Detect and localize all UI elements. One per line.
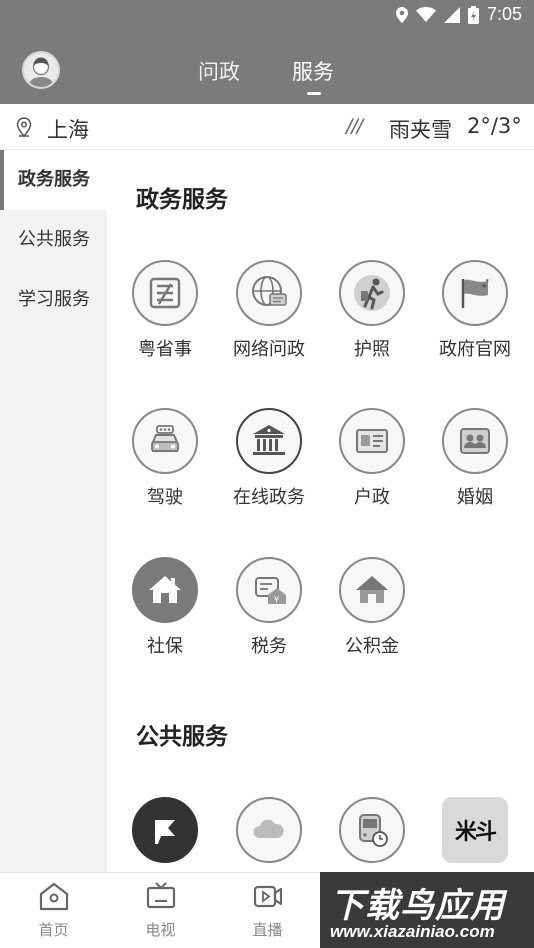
battery-icon xyxy=(467,5,479,24)
service-label: 社保 xyxy=(147,636,183,657)
temperature: 2°/3° xyxy=(467,114,522,138)
service-label: 在线政务 xyxy=(233,487,305,508)
flag-icon: ★★ xyxy=(461,278,490,308)
service-label: 网络问政 xyxy=(233,339,305,360)
service-household[interactable]: 户政 xyxy=(320,408,424,518)
watermark: 下载鸟应用 www.xiazainiao.com xyxy=(320,872,534,948)
live-icon xyxy=(253,885,282,908)
section-title-gov: 政务服务 xyxy=(136,187,228,213)
service-passport[interactable]: 护照 xyxy=(320,260,424,370)
service-label: 粤省事 xyxy=(138,339,192,360)
mido-logo-icon: 米斗 xyxy=(454,820,497,845)
nav-home[interactable]: 首页 xyxy=(0,881,107,940)
signal-icon xyxy=(443,6,460,23)
tab-wenzheng[interactable]: 问政 xyxy=(198,56,240,86)
service-online-gov[interactable]: 在线政务 xyxy=(217,408,321,518)
active-tab-indicator xyxy=(307,92,321,95)
sidebar-item-public-services[interactable]: 公共服务 xyxy=(0,210,107,270)
service-public-2[interactable] xyxy=(217,797,321,872)
tab-fuwu[interactable]: 服务 xyxy=(292,56,334,86)
home-icon xyxy=(149,576,181,603)
section-title-public: 公共服务 xyxy=(136,724,228,750)
flag-app-icon xyxy=(155,820,175,844)
house-fund-icon xyxy=(356,576,388,603)
service-label: 婚姻 xyxy=(457,487,493,508)
nav-label: 电视 xyxy=(145,921,176,939)
service-label: 驾驶 xyxy=(147,487,183,508)
nav-live[interactable]: 直播 xyxy=(214,881,321,940)
city-name[interactable]: 上海 xyxy=(47,114,89,144)
globe-chat-icon xyxy=(252,276,287,306)
service-wangluo-wenzheng[interactable]: 网络问政 xyxy=(217,260,321,370)
service-social-security[interactable]: 社保 xyxy=(113,557,217,667)
sidebar-item-gov-services[interactable]: 政务服务 xyxy=(0,150,107,210)
cloud-icon xyxy=(253,819,284,838)
category-sidebar: 政务服务 公共服务 学习服务 xyxy=(0,150,107,872)
service-gov-website[interactable]: ★ ★ 政府官网 xyxy=(423,260,527,370)
nav-label: 直播 xyxy=(252,921,283,939)
service-driving[interactable]: 驾驶 xyxy=(113,408,217,518)
service-housing-fund[interactable]: 公积金 xyxy=(320,557,424,667)
status-bar: 7:05 xyxy=(0,0,534,30)
sleet-icon: /// xyxy=(346,115,363,137)
app-header: 7:05 问政 服务 xyxy=(0,0,534,104)
id-card-icon xyxy=(356,429,388,453)
location-weather-bar: 上海 /// 雨夹雪 2°/3° xyxy=(0,104,534,150)
home-outline-icon xyxy=(39,882,68,911)
government-building-icon xyxy=(253,425,285,455)
weather-text: 雨夹雪 xyxy=(389,118,452,142)
yueshengshi-icon xyxy=(149,277,181,309)
service-label: 税务 xyxy=(251,636,287,657)
service-label: 政府官网 xyxy=(439,339,511,360)
svg-text:★: ★ xyxy=(485,278,490,284)
traveler-icon xyxy=(354,275,390,311)
nav-tv[interactable]: 电视 xyxy=(107,881,214,940)
service-marriage[interactable]: 婚姻 xyxy=(423,408,527,518)
services-panel: 政务服务 粤省事 网络问政 护照 ★ ★ 政府官网 驾驶 在线政务 户政 婚姻 … xyxy=(107,150,534,872)
service-tax[interactable]: ¥ 税务 xyxy=(217,557,321,667)
service-yueshengshi[interactable]: 粤省事 xyxy=(113,260,217,370)
location-status-icon xyxy=(395,6,408,23)
wifi-icon xyxy=(415,7,436,22)
location-pin-icon[interactable] xyxy=(16,117,32,137)
tv-icon xyxy=(146,882,175,909)
header-tabs: 问政 服务 xyxy=(0,56,534,96)
watermark-line2: www.xiazainiao.com xyxy=(330,922,495,941)
service-public-1[interactable] xyxy=(113,797,217,872)
bus-clock-icon xyxy=(359,814,388,847)
tax-icon: ¥ xyxy=(255,577,286,604)
couple-icon xyxy=(460,428,490,454)
service-public-4[interactable]: 米斗 xyxy=(423,797,527,872)
car-icon xyxy=(151,425,179,452)
status-time: 7:05 xyxy=(486,4,522,24)
nav-label: 首页 xyxy=(38,921,69,939)
sidebar-item-study-services[interactable]: 学习服务 xyxy=(0,270,107,330)
service-label: 户政 xyxy=(354,487,390,508)
svg-text:¥: ¥ xyxy=(274,595,279,604)
service-label: 公积金 xyxy=(345,636,399,657)
service-public-3[interactable] xyxy=(320,797,424,872)
watermark-line1: 下载鸟应用 xyxy=(330,886,505,926)
service-label: 护照 xyxy=(354,339,390,360)
